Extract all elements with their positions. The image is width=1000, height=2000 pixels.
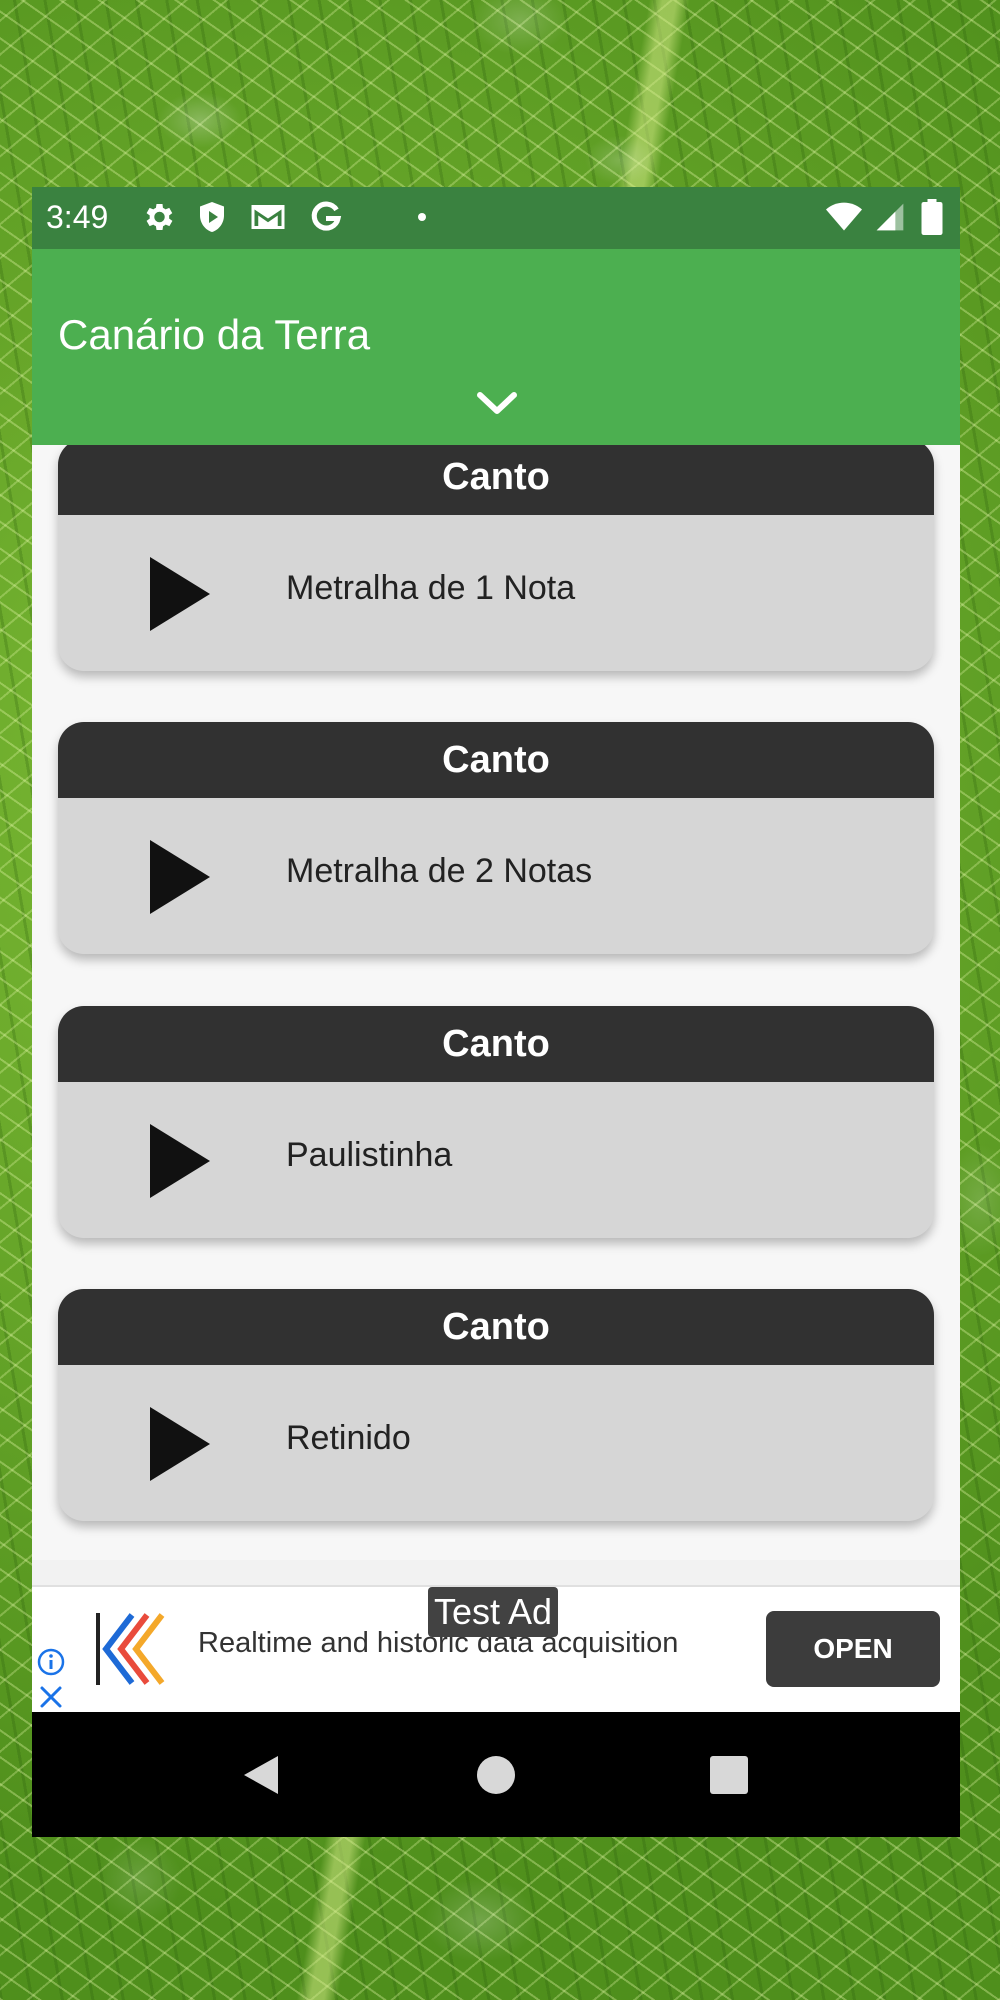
close-icon[interactable] (38, 1684, 64, 1710)
song-card: Canto Metralha de 1 Nota (58, 445, 934, 671)
test-ad-label: Test Ad (428, 1587, 559, 1637)
card-header: Canto (58, 445, 934, 515)
play-icon[interactable] (148, 555, 212, 633)
song-title: Retinido (286, 1419, 411, 1457)
gear-icon (146, 203, 173, 231)
recents-icon[interactable] (708, 1754, 750, 1796)
status-bar: 3:49 (32, 187, 960, 249)
signal-icon (876, 203, 904, 231)
google-icon (311, 201, 342, 231)
shield-play-icon (200, 202, 224, 232)
play-icon[interactable] (148, 1405, 212, 1483)
song-title: Paulistinha (286, 1136, 453, 1174)
open-button[interactable]: OPEN (766, 1611, 940, 1687)
card-header: Canto (58, 1006, 934, 1082)
navigation-bar (32, 1712, 960, 1837)
advertiser-logo (96, 1613, 165, 1685)
dot-icon (418, 213, 426, 221)
card-header: Canto (58, 722, 934, 798)
play-icon[interactable] (148, 1122, 212, 1200)
phone-screen: 3:49 Canário da Terra Canto Metralha de … (32, 187, 960, 1837)
chevron-down-icon[interactable] (476, 389, 518, 419)
song-list[interactable]: Canto Metralha de 1 Nota Canto Metralha … (32, 445, 960, 1560)
status-time: 3:49 (46, 199, 109, 235)
gmail-icon (251, 205, 285, 229)
wifi-icon (826, 202, 862, 231)
app-title: Canário da Terra (58, 311, 371, 358)
back-icon[interactable] (240, 1754, 282, 1796)
info-icon[interactable] (36, 1647, 66, 1677)
card-header: Canto (58, 1289, 934, 1365)
song-card: Canto Retinido (58, 1289, 934, 1521)
song-card: Canto Paulistinha (58, 1006, 934, 1238)
battery-icon (921, 199, 943, 235)
song-title: Metralha de 1 Nota (286, 569, 576, 607)
ad-banner[interactable]: Realtime and historic data acquisition T… (32, 1585, 960, 1712)
play-icon[interactable] (148, 838, 212, 916)
song-title: Metralha de 2 Notas (286, 852, 593, 890)
app-bar: Canário da Terra (32, 249, 960, 445)
song-card: Canto Metralha de 2 Notas (58, 722, 934, 954)
home-icon[interactable] (475, 1754, 517, 1796)
